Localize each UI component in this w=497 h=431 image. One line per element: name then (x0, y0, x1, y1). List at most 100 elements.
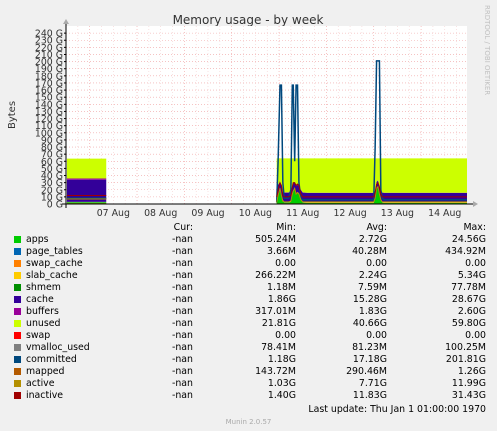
legend-cur: -nan (171, 234, 193, 245)
chart-title: Memory usage - by week (173, 13, 324, 27)
legend-swatch (14, 332, 21, 339)
legend-header: Cur: Min: Avg: Max: (0, 222, 497, 234)
legend-min: 0.00 (275, 330, 296, 341)
legend-row-unused: unused -nan 21.81G 40.66G 59.80G (0, 318, 497, 330)
x-axis-arrow (473, 201, 478, 207)
legend-swatch (14, 308, 21, 315)
legend-header-avg: Avg: (366, 222, 387, 233)
legend-name: active (26, 378, 55, 389)
legend-cur: -nan (171, 294, 193, 305)
legend-max: 28.67G (451, 294, 486, 305)
area-buffers-seg0 (66, 178, 107, 180)
legend-cur: -nan (171, 378, 193, 389)
legend-max: 1.26G (457, 366, 486, 377)
legend-header-cur: Cur: (173, 222, 193, 233)
legend-header-max: Max: (463, 222, 486, 233)
legend-min: 317.01M (255, 306, 296, 317)
legend-swatch (14, 272, 21, 279)
legend-cur: -nan (171, 330, 193, 341)
legend-name: buffers (26, 306, 59, 317)
legend-max: 5.34G (457, 270, 486, 281)
y-tick-label: 240 G (35, 29, 63, 40)
legend-max: 434.92M (445, 246, 486, 257)
legend-row-swap_cache: swap_cache -nan 0.00 0.00 0.00 (0, 258, 497, 270)
x-tick-label: 08 Aug (144, 208, 177, 219)
legend-header-min: Min: (276, 222, 296, 233)
legend-cur: -nan (171, 342, 193, 353)
legend-min: 143.72M (255, 366, 296, 377)
legend-row-vmalloc_used: vmalloc_used -nan 78.41M 81.23M 100.25M (0, 342, 497, 354)
legend-row-cache: cache -nan 1.86G 15.28G 28.67G (0, 294, 497, 306)
legend-swatch (14, 344, 21, 351)
legend-avg: 81.23M (352, 342, 387, 353)
x-tick-label: 12 Aug (333, 208, 366, 219)
legend-min: 21.81G (261, 318, 296, 329)
legend-name: page_tables (26, 246, 83, 257)
legend-avg: 0.00 (366, 258, 387, 269)
legend-min: 0.00 (275, 258, 296, 269)
legend-avg: 7.71G (358, 378, 387, 389)
area-unused-seg1 (276, 158, 467, 193)
legend-max: 77.78M (451, 282, 486, 293)
munin-version: Munin 2.0.57 (225, 418, 272, 426)
legend-avg: 40.66G (352, 318, 387, 329)
legend-cur: -nan (171, 306, 193, 317)
legend-max: 100.25M (445, 342, 486, 353)
legend-avg: 290.46M (346, 366, 387, 377)
legend-cur: -nan (171, 318, 193, 329)
legend-min: 1.86G (267, 294, 296, 305)
legend-name: shmem (26, 282, 61, 293)
legend-max: 31.43G (451, 390, 486, 401)
legend-min: 505.24M (255, 234, 296, 245)
y-axis-arrow (63, 19, 69, 24)
legend-name: vmalloc_used (26, 342, 90, 353)
legend-swatch (14, 392, 21, 399)
legend-max: 0.00 (465, 330, 486, 341)
legend-max: 11.99G (451, 378, 486, 389)
y-tick-labels: 0 G10 G20 G30 G40 G50 G60 G70 G80 G90 G1… (35, 29, 66, 211)
legend-cur: -nan (171, 270, 193, 281)
legend-cur: -nan (171, 246, 193, 257)
legend-max: 201.81G (445, 354, 486, 365)
legend-max: 2.60G (457, 306, 486, 317)
legend-row-apps: apps -nan 505.24M 2.72G 24.56G (0, 234, 497, 246)
legend-cur: -nan (171, 282, 193, 293)
legend-min: 1.03G (267, 378, 296, 389)
legend-cur: -nan (171, 366, 193, 377)
legend-swatch (14, 356, 21, 363)
legend-swatch (14, 284, 21, 291)
legend-max: 24.56G (451, 234, 486, 245)
legend-avg: 2.24G (358, 270, 387, 281)
legend-avg: 7.59M (358, 282, 387, 293)
x-tick-labels: 07 Aug 08 Aug 09 Aug 10 Aug 11 Aug 12 Aug 13 A… (97, 208, 462, 219)
legend-name: swap_cache (26, 258, 83, 269)
legend-name: apps (26, 234, 49, 245)
legend-swatch (14, 260, 21, 267)
y-axis-label: Bytes (7, 101, 18, 129)
legend-row-page_tables: page_tables -nan 3.66M 40.28M 434.92M (0, 246, 497, 258)
legend-avg: 11.83G (352, 390, 387, 401)
legend-min: 78.41M (261, 342, 296, 353)
x-tick-label: 13 Aug (381, 208, 414, 219)
area-unused-seg0 (66, 158, 107, 179)
legend-name: cache (26, 294, 54, 305)
legend-swatch (14, 380, 21, 387)
legend-avg: 1.83G (358, 306, 387, 317)
legend-min: 266.22M (255, 270, 296, 281)
legend-avg: 15.28G (352, 294, 387, 305)
legend-row-buffers: buffers -nan 317.01M 1.83G 2.60G (0, 306, 497, 318)
legend-avg: 0.00 (366, 330, 387, 341)
legend-max: 59.80G (451, 318, 486, 329)
legend-name: mapped (26, 366, 65, 377)
legend-cur: -nan (171, 354, 193, 365)
legend-row-swap: swap -nan 0.00 0.00 0.00 (0, 330, 497, 342)
memory-chart: Memory usage - by week Bytes RRDTOOL / T… (7, 5, 491, 219)
x-tick-label: 09 Aug (191, 208, 224, 219)
legend-swatch (14, 320, 21, 327)
legend-row-committed: committed -nan 1.18G 17.18G 201.81G (0, 354, 497, 366)
legend-avg: 40.28M (352, 246, 387, 257)
legend-name: unused (26, 318, 61, 329)
legend-min: 1.18M (267, 282, 296, 293)
legend-swatch (14, 248, 21, 255)
legend-cur: -nan (171, 390, 193, 401)
